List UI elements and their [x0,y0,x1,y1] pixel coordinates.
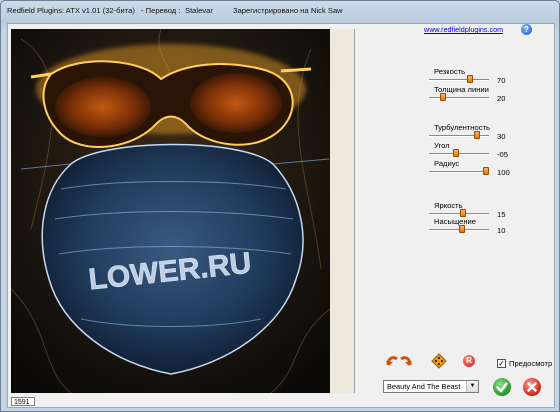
param-slider-thumb[interactable] [458,225,465,233]
param-label: Угол [434,141,450,150]
param-slider-track[interactable] [429,135,489,137]
title-bar: Redfield Plugins: ATX v1.01 (32-бита) - … [1,1,559,23]
param-value: 10 [497,226,506,235]
param-slider-thumb[interactable] [483,167,489,175]
param-slider-thumb[interactable] [459,209,466,217]
param-slider-track[interactable] [429,171,489,173]
preset-select[interactable]: Beauty And The Beast ▼ [383,380,479,393]
random-dice-icon[interactable] [431,353,447,371]
title-app: Redfield Plugins: ATX v1.01 (32-бита) [7,6,135,15]
param-slider-thumb[interactable] [466,75,473,83]
param-label: Насыщение [434,217,477,226]
cancel-x-icon[interactable] [523,378,541,396]
param-slider-thumb[interactable] [453,149,460,157]
ok-check-icon[interactable] [493,378,511,396]
param-value: 30 [497,132,506,141]
param-slider-track[interactable] [429,97,489,99]
title-translation-sep: - Перевод : [141,6,181,15]
param-label: Яркость [434,201,463,210]
param-value: 15 [497,210,506,219]
help-icon[interactable]: ? [521,24,532,35]
param-slider-thumb[interactable] [439,93,446,101]
param-label: Турбулентность [434,123,490,132]
title-translator: Stalevar [185,6,213,15]
preview-checkbox-label: Предосмотр [509,359,553,368]
chevron-down-icon[interactable]: ▼ [466,381,478,392]
website-link[interactable]: www.redfieldplugins.com [424,25,503,34]
param-value: 70 [497,76,506,85]
title-registered-to: Nick Saw [311,6,343,15]
panel-divider [354,29,355,393]
preview-image[interactable]: LOWER.RU [11,29,330,393]
param-value: -05 [497,150,508,159]
param-value: 100 [497,168,510,177]
param-slider-thumb[interactable] [473,131,480,139]
preset-select-value: Beauty And The Beast [387,382,461,391]
title-registered-label: Зарегистрировано на : [233,6,313,15]
param-value: 20 [497,94,506,103]
reset-icon[interactable]: R [463,355,475,367]
undo-redo-arrows-icon[interactable] [385,353,413,371]
status-counter: 1591 [11,397,35,406]
param-slider-track[interactable] [429,79,489,81]
param-label: Резкость [434,67,466,76]
param-label: Радиус [434,159,460,168]
preview-paper-edge [330,29,354,393]
preview-artwork: LOWER.RU [11,29,330,393]
plugin-window: Redfield Plugins: ATX v1.01 (32-бита) - … [0,0,560,412]
preview-checkbox[interactable]: ✓ [497,359,506,368]
